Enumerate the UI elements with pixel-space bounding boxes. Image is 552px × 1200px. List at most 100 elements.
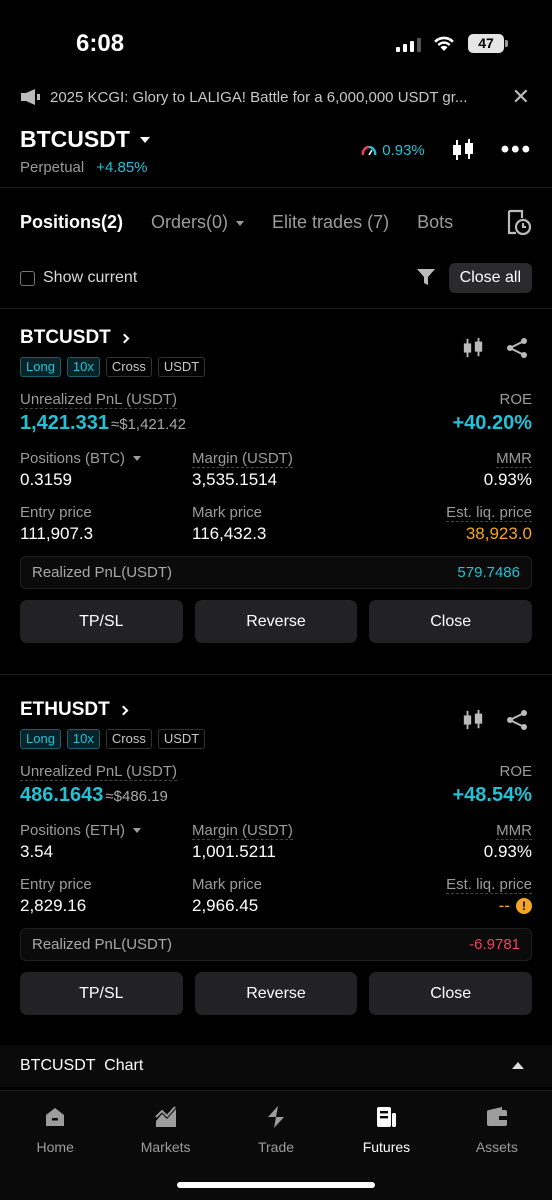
margin-label: Margin (USDT): [192, 450, 293, 468]
nav-trade-label: Trade: [257, 1139, 295, 1155]
leverage-tag[interactable]: 10x: [66, 357, 100, 377]
position-card-ethusdt: ETHUSDT Long 10x Cross USDT Unrealized P…: [20, 699, 533, 1015]
pair-header[interactable]: BTCUSDT Perpetual +4.85%: [20, 126, 150, 176]
nav-home[interactable]: Home: [0, 1091, 110, 1200]
nav-assets-label: Assets: [475, 1139, 518, 1155]
status-time: 6:08: [76, 30, 125, 57]
realized-pnl-value: -6.9781: [469, 936, 520, 953]
share-icon[interactable]: [506, 709, 528, 731]
price-change: +4.85%: [96, 159, 148, 176]
candlestick-chart-icon[interactable]: [451, 138, 475, 162]
mmr-label: MMR: [496, 822, 532, 840]
position-symbol-link[interactable]: ETHUSDT: [20, 699, 532, 721]
nav-markets-label: Markets: [140, 1139, 191, 1155]
side-tag: Long: [20, 357, 61, 377]
funding-rate-value: 0.93%: [382, 141, 425, 159]
leverage-tag[interactable]: 10x: [66, 729, 100, 749]
close-position-button[interactable]: Close: [369, 600, 533, 643]
liq-price-label: Est. liq. price: [446, 504, 532, 522]
realized-pnl-row[interactable]: Realized PnL(USDT) -6.9781: [20, 928, 532, 961]
margin-value[interactable]: 3,535.1514: [192, 470, 277, 489]
chevron-right-icon: [119, 333, 130, 343]
tab-bar: Positions(2) Orders(0) Elite trades (7) …: [20, 209, 532, 236]
tab-orders-label: Orders(0): [151, 212, 229, 232]
unrealized-pnl-usd: ≈$1,421.42: [110, 416, 186, 433]
filter-row: Show current Close all: [20, 263, 532, 293]
unrealized-pnl-label: Unrealized PnL (USDT): [20, 763, 177, 781]
chevron-down-icon: [236, 220, 245, 226]
chevron-down-icon: [133, 828, 142, 834]
close-position-button[interactable]: Close: [369, 972, 533, 1015]
candlestick-chart-icon[interactable]: [462, 337, 484, 359]
tab-bots[interactable]: Bots: [417, 212, 453, 233]
position-tags: Long 10x Cross USDT: [20, 729, 532, 749]
show-current-checkbox[interactable]: [20, 270, 35, 286]
position-symbol-link[interactable]: BTCUSDT: [20, 327, 532, 349]
divider: [0, 674, 552, 675]
home-indicator[interactable]: [177, 1182, 375, 1188]
position-tags: Long 10x Cross USDT: [20, 357, 532, 377]
show-current-label: Show current: [43, 269, 138, 286]
more-menu-icon[interactable]: •••: [501, 138, 532, 162]
unrealized-pnl-value: 486.1643: [20, 784, 104, 806]
entry-price-label: Entry price: [20, 504, 92, 521]
funding-rate[interactable]: 0.93%: [361, 142, 425, 159]
tpsl-button[interactable]: TP/SL: [20, 600, 183, 643]
nav-futures-label: Futures: [362, 1139, 411, 1155]
home-icon: [46, 1108, 65, 1126]
mark-price-label: Mark price: [192, 504, 263, 521]
candlestick-chart-icon[interactable]: [462, 709, 484, 731]
megaphone-icon: [21, 89, 40, 105]
nav-assets[interactable]: Assets: [442, 1091, 552, 1200]
roe-value: +40.20%: [452, 412, 532, 434]
mmr-label: MMR: [496, 450, 532, 468]
position-symbol: BTCUSDT: [20, 327, 111, 348]
warning-icon[interactable]: !: [516, 898, 532, 914]
tab-elite-trades[interactable]: Elite trades (7): [272, 212, 389, 233]
tab-positions[interactable]: Positions(2): [20, 212, 123, 233]
position-card-btcusdt: BTCUSDT Long 10x Cross USDT Unrealized P…: [20, 327, 533, 643]
margin-value[interactable]: 1,001.5211: [192, 842, 276, 861]
chevron-up-icon: [512, 1062, 524, 1069]
bottom-nav: Home Markets Trade Futures Assets: [0, 1090, 552, 1200]
close-icon[interactable]: ✕: [512, 86, 530, 108]
announcement-bar[interactable]: 2025 KCGI: Glory to LALIGA! Battle for a…: [0, 82, 552, 112]
realized-pnl-value: 579.7486: [457, 564, 520, 581]
mark-price-value: 2,966.45: [192, 896, 259, 915]
reverse-button[interactable]: Reverse: [194, 972, 358, 1015]
roe-value: +48.54%: [452, 784, 532, 806]
chevron-down-icon: [139, 136, 150, 143]
margin-mode-tag: Cross: [105, 357, 152, 377]
entry-price-value: 2,829.16: [20, 896, 87, 915]
announcement-text: 2025 KCGI: Glory to LALIGA! Battle for a…: [50, 88, 468, 106]
tab-orders[interactable]: Orders(0): [151, 212, 245, 233]
liq-price-label: Est. liq. price: [446, 876, 532, 894]
filter-icon[interactable]: [416, 267, 436, 287]
positions-size-label[interactable]: Positions (BTC): [20, 450, 125, 467]
positions-size-value: 3.54: [20, 842, 54, 861]
reverse-button[interactable]: Reverse: [194, 600, 358, 643]
trade-icon: [268, 1106, 285, 1128]
liq-price-value: --: [498, 896, 510, 915]
chart-toggle-bar[interactable]: BTCUSDT Chart: [0, 1045, 552, 1087]
positions-size-value: 0.3159: [20, 470, 72, 489]
roe-label: ROE: [499, 391, 532, 408]
close-all-button[interactable]: Close all: [448, 263, 532, 293]
mark-price-label: Mark price: [192, 876, 263, 893]
share-icon[interactable]: [506, 337, 528, 359]
history-icon[interactable]: [506, 208, 532, 236]
futures-icon: [377, 1107, 397, 1127]
wallet-icon: [486, 1107, 507, 1126]
pair-title: BTCUSDT: [20, 126, 130, 152]
mmr-value: 0.93%: [483, 470, 532, 489]
realized-pnl-row[interactable]: Realized PnL(USDT) 579.7486: [20, 556, 532, 589]
side-tag: Long: [20, 729, 61, 749]
divider: [0, 187, 552, 188]
positions-size-label[interactable]: Positions (ETH): [20, 822, 125, 839]
realized-pnl-label: Realized PnL(USDT): [32, 936, 173, 953]
unrealized-pnl-usd: ≈$486.19: [105, 788, 168, 805]
nav-home-label: Home: [36, 1139, 74, 1155]
cellular-signal-icon: [396, 38, 421, 52]
margin-asset-tag: USDT: [157, 357, 206, 377]
tpsl-button[interactable]: TP/SL: [20, 972, 183, 1015]
